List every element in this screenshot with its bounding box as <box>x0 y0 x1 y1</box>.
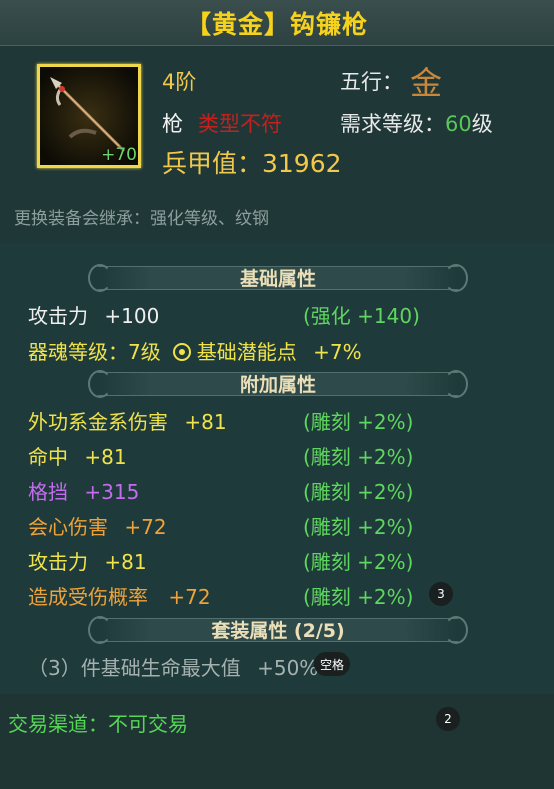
set-bonus-row: （3）件基础生命最大值 +50% <box>28 652 318 681</box>
potential-label: 基础潜能点 <box>196 340 297 364</box>
required-level: 需求等级：60级 <box>340 108 493 138</box>
hint-badge[interactable]: 3 <box>429 582 453 606</box>
extra-value: +72 <box>124 515 167 539</box>
attack-label: 攻击力 <box>28 304 88 328</box>
extra-bonus: (雕刻 +2%) <box>303 445 414 469</box>
extra-bonus: (雕刻 +2%) <box>303 585 414 609</box>
set-bonus-text: （3）件基础生命最大值 <box>28 656 241 680</box>
soul-row: 器魂等级：7级 基础潜能点 +7% <box>28 336 362 365</box>
extra-value: +81 <box>184 410 227 434</box>
base-attributes-header: 基础属性 <box>88 262 468 292</box>
attack-value: +100 <box>104 304 160 328</box>
item-grade: 4阶 <box>162 70 197 94</box>
extra-label: 格挡 <box>28 480 68 504</box>
trade-channel: 交易渠道：不可交易 <box>8 712 188 736</box>
weapon-icon[interactable]: +70 <box>37 64 141 168</box>
inherit-note: 更换装备会继承：强化等级、纹钢 <box>14 209 269 229</box>
extra-value: +72 <box>168 585 211 609</box>
extra-attributes-header: 附加属性 <box>88 368 468 398</box>
extra-bonus: (雕刻 +2%) <box>303 410 414 434</box>
power-value: 兵甲值：31962 <box>162 149 342 178</box>
extra-label: 攻击力 <box>28 550 88 574</box>
extra-label: 会心伤害 <box>28 515 108 539</box>
extra-label: 命中 <box>28 445 68 469</box>
set-attributes-header: 套装属性 (2/5) <box>88 614 468 644</box>
extra-row: 攻击力 +81 <box>28 546 147 575</box>
extra-label: 外功系金系伤害 <box>28 410 168 434</box>
extra-bonus: (雕刻 +2%) <box>303 515 414 539</box>
required-level-value: 60 <box>445 112 472 136</box>
attack-enhance-bonus: (强化 +140) <box>303 304 420 328</box>
enhance-level: +70 <box>101 145 137 165</box>
extra-value: +81 <box>84 445 127 469</box>
weapon-type: 枪 <box>162 112 183 136</box>
extra-value: +315 <box>84 480 140 504</box>
required-level-label: 需求等级： <box>340 112 445 136</box>
item-title: 【黄金】钩镰枪 <box>185 9 368 39</box>
soul-orb-icon <box>172 343 191 361</box>
extra-row: 格挡 +315 <box>28 476 139 505</box>
extra-attributes-title: 附加属性 <box>239 373 316 396</box>
extra-value: +81 <box>104 550 147 574</box>
extra-row: 外功系金系伤害 +81 <box>28 406 227 435</box>
space-key-tip[interactable]: 空格 <box>314 652 351 676</box>
soul-level: 器魂等级：7级 <box>28 340 161 364</box>
type-mismatch-warning: 类型不符 <box>198 112 282 136</box>
extra-row: 会心伤害 +72 <box>28 511 167 540</box>
extra-row: 造成受伤概率 +72 <box>28 581 211 610</box>
extra-label: 造成受伤概率 <box>28 585 148 609</box>
extra-row: 命中 +81 <box>28 441 127 470</box>
potential-value: +7% <box>313 340 362 364</box>
extra-bonus: (雕刻 +2%) <box>303 480 414 504</box>
wuxing-metal-icon: 金 <box>410 64 443 102</box>
hint-badge[interactable]: 2 <box>436 707 460 731</box>
item-title-bar: 【黄金】钩镰枪 <box>0 0 554 46</box>
extra-bonus: (雕刻 +2%) <box>303 550 414 574</box>
base-attributes-title: 基础属性 <box>239 267 316 290</box>
wuxing-label: 五行： <box>340 70 403 94</box>
set-bonus-value: +50% <box>257 656 319 680</box>
base-attack-row: 攻击力 +100 <box>28 300 159 329</box>
required-level-unit: 级 <box>471 112 493 136</box>
set-attributes-title: 套装属性 (2/5) <box>211 619 345 642</box>
